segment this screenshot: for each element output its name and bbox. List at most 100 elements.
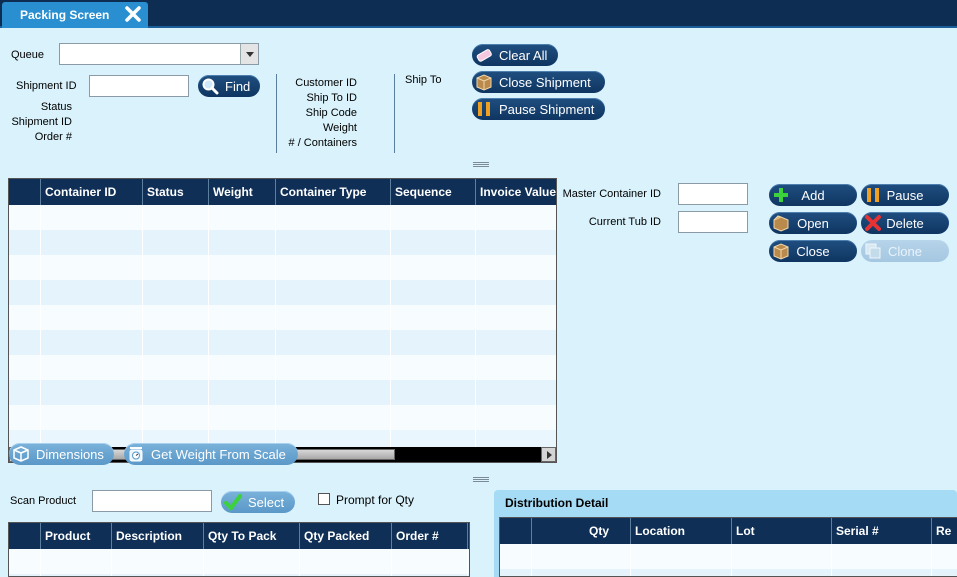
column-divider bbox=[467, 549, 468, 576]
col-serial[interactable]: Serial # bbox=[831, 518, 931, 544]
chevron-down-icon[interactable] bbox=[240, 44, 258, 64]
pause-container-button[interactable]: Pause bbox=[861, 184, 949, 206]
distribution-grid: Qty Location Lot Serial # Re bbox=[499, 517, 957, 577]
col-status[interactable]: Status bbox=[142, 179, 208, 205]
scan-product-label: Scan Product bbox=[10, 495, 77, 507]
col-description[interactable]: Description bbox=[111, 523, 203, 549]
column-divider bbox=[475, 205, 476, 462]
open-container-button[interactable]: Open bbox=[769, 212, 857, 234]
plus-icon bbox=[774, 188, 788, 202]
column-divider bbox=[40, 549, 41, 576]
distribution-detail-title: Distribution Detail bbox=[505, 496, 609, 510]
close-container-button[interactable]: Close bbox=[769, 240, 857, 262]
add-container-button[interactable]: Add bbox=[769, 184, 857, 206]
open-box-icon bbox=[773, 215, 789, 232]
table-row[interactable] bbox=[500, 544, 957, 569]
table-row[interactable] bbox=[9, 380, 556, 405]
pause-icon bbox=[867, 188, 879, 202]
col-container-id[interactable]: Container ID bbox=[40, 179, 142, 205]
delete-x-icon bbox=[865, 215, 881, 231]
column-divider bbox=[831, 544, 832, 576]
delete-container-button[interactable]: Delete bbox=[861, 212, 949, 234]
dimensions-button[interactable]: Dimensions bbox=[9, 443, 114, 465]
current-tub-id-input[interactable] bbox=[678, 211, 748, 233]
scroll-right-icon[interactable] bbox=[541, 447, 556, 462]
get-weight-from-scale-button[interactable]: Get Weight From Scale bbox=[124, 443, 298, 465]
select-button[interactable]: Select bbox=[221, 491, 295, 513]
table-row[interactable] bbox=[9, 405, 556, 430]
divider bbox=[394, 74, 395, 153]
containers-grid: Container ID Status Weight Container Typ… bbox=[8, 178, 557, 463]
checkmark-icon bbox=[224, 494, 242, 511]
splitter-handle[interactable] bbox=[473, 162, 489, 167]
top-tab-bar: Packing Screen bbox=[0, 0, 957, 28]
col-sequence[interactable]: Sequence bbox=[390, 179, 475, 205]
packing-screen-content: Queue Shipment ID Find Status Shipment I… bbox=[0, 28, 957, 577]
table-row[interactable] bbox=[9, 355, 556, 380]
distribution-detail-panel: Distribution Detail Qty Location Lot Ser… bbox=[494, 490, 957, 577]
find-button[interactable]: Find bbox=[198, 75, 260, 97]
table-row[interactable] bbox=[9, 255, 556, 280]
queue-label: Queue bbox=[11, 49, 45, 61]
scan-product-input[interactable] bbox=[92, 490, 212, 512]
table-row[interactable] bbox=[9, 280, 556, 305]
col-qty[interactable]: Qty bbox=[531, 518, 630, 544]
col-re[interactable]: Re bbox=[931, 518, 957, 544]
row-selector-header bbox=[9, 523, 40, 549]
weight-label: Weight bbox=[322, 122, 357, 134]
shipment-id-input[interactable] bbox=[89, 75, 189, 97]
order-label: Order # bbox=[34, 131, 72, 143]
pause-shipment-button[interactable]: Pause Shipment bbox=[472, 98, 605, 120]
column-divider bbox=[931, 544, 932, 576]
ship-code-label: Ship Code bbox=[305, 107, 357, 119]
queue-select[interactable] bbox=[59, 43, 259, 65]
col-location[interactable]: Location bbox=[630, 518, 731, 544]
clone-container-button[interactable]: Clone bbox=[861, 240, 949, 262]
clone-icon bbox=[865, 243, 881, 259]
col-order[interactable]: Order # bbox=[391, 523, 467, 549]
containers-label: # / Containers bbox=[288, 137, 357, 149]
table-row[interactable] bbox=[9, 230, 556, 255]
prompt-for-qty-label: Prompt for Qty bbox=[336, 493, 415, 507]
shipment-id-label: Shipment ID bbox=[16, 80, 77, 92]
column-divider bbox=[630, 544, 631, 576]
col-qty-packed[interactable]: Qty Packed bbox=[299, 523, 391, 549]
table-row[interactable] bbox=[9, 330, 556, 355]
distribution-grid-header: Qty Location Lot Serial # Re bbox=[500, 518, 957, 544]
divider bbox=[276, 74, 277, 153]
col-weight[interactable]: Weight bbox=[208, 179, 275, 205]
current-tub-id-label: Current Tub ID bbox=[588, 216, 661, 228]
table-row[interactable] bbox=[9, 305, 556, 330]
table-row[interactable] bbox=[9, 549, 469, 574]
box-icon bbox=[476, 74, 492, 91]
product-grid: Product Description Qty To Pack Qty Pack… bbox=[8, 522, 470, 577]
column-divider bbox=[531, 544, 532, 576]
clear-all-button[interactable]: Clear All bbox=[472, 44, 558, 66]
column-divider bbox=[390, 205, 391, 462]
splitter-handle[interactable] bbox=[473, 477, 489, 482]
close-tab-icon[interactable] bbox=[124, 5, 142, 23]
column-divider bbox=[275, 205, 276, 462]
col-product[interactable]: Product bbox=[40, 523, 111, 549]
col-qty-to-pack[interactable]: Qty To Pack bbox=[203, 523, 299, 549]
customer-id-label: Customer ID bbox=[295, 77, 357, 89]
col-lot[interactable]: Lot bbox=[731, 518, 831, 544]
row-selector-header bbox=[9, 179, 40, 205]
ship-to-id-label: Ship To ID bbox=[306, 92, 357, 104]
ship-to-label: Ship To bbox=[405, 74, 442, 86]
scale-icon bbox=[129, 447, 143, 462]
table-row[interactable] bbox=[500, 569, 957, 576]
column-divider bbox=[208, 205, 209, 462]
col-container-type[interactable]: Container Type bbox=[275, 179, 390, 205]
tab-packing-screen[interactable]: Packing Screen bbox=[2, 2, 148, 28]
column-divider bbox=[203, 549, 204, 576]
close-shipment-button[interactable]: Close Shipment bbox=[472, 71, 605, 93]
master-container-id-input[interactable] bbox=[678, 183, 748, 205]
table-row[interactable] bbox=[9, 205, 556, 230]
col-invoice-value[interactable]: Invoice Value bbox=[475, 179, 556, 205]
box-icon bbox=[773, 243, 789, 260]
column-divider bbox=[111, 549, 112, 576]
pause-icon bbox=[478, 102, 490, 116]
column-divider bbox=[142, 205, 143, 462]
prompt-for-qty-checkbox[interactable] bbox=[318, 493, 330, 505]
